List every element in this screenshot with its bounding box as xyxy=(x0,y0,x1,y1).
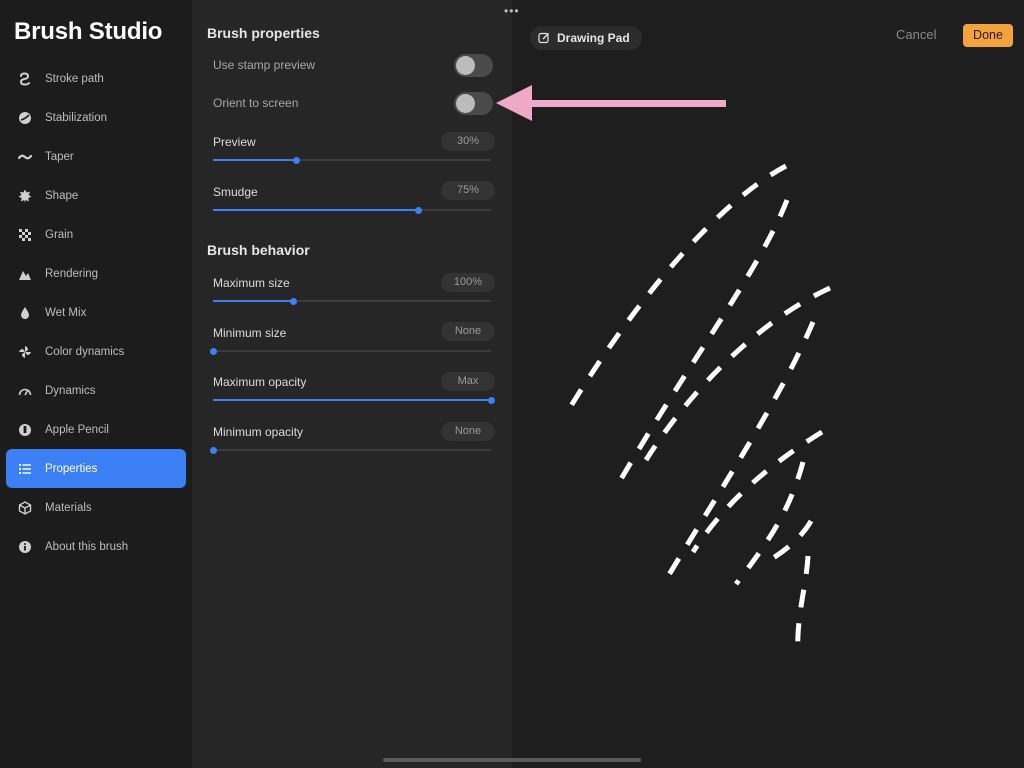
dashed-stroke xyxy=(614,199,790,488)
canvas-overlay xyxy=(496,85,832,657)
dashed-stroke xyxy=(643,285,832,462)
annotation-arrow xyxy=(496,85,726,121)
dashed-stroke xyxy=(762,519,814,566)
dashed-stroke xyxy=(795,555,811,657)
brush-stroke-preview xyxy=(563,163,832,657)
dashed-stroke xyxy=(563,163,788,416)
dashed-stroke xyxy=(734,461,806,586)
home-indicator xyxy=(383,758,641,762)
